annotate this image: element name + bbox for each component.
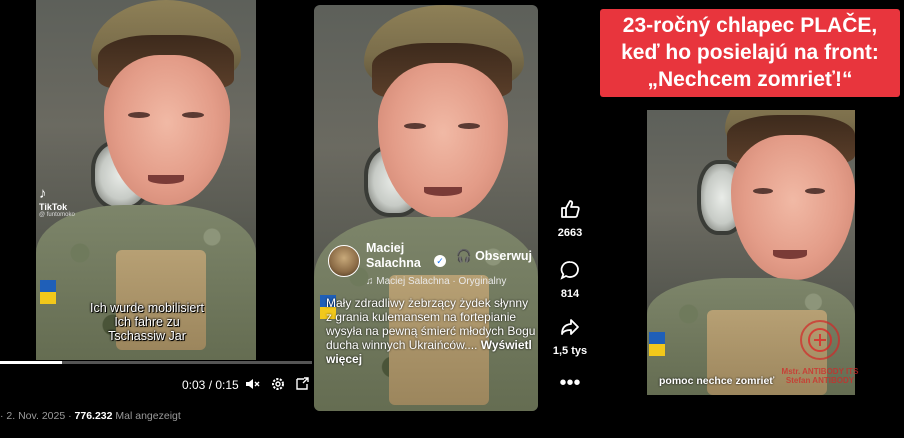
post-date: · 2. Nov. 2025 ·	[0, 410, 72, 422]
share-button[interactable]: 1,5 tys	[548, 316, 592, 357]
comment-button[interactable]: 814	[548, 259, 592, 300]
caption-line-2: Ich fahre zu	[114, 315, 180, 329]
picture-in-picture-icon[interactable]	[294, 376, 310, 392]
follow-button[interactable]: 🎧 Obserwuj	[456, 249, 532, 264]
caption-line-3: Tschassiw Jar	[108, 329, 186, 343]
caption-line-1: Ich wurde mobilisiert	[90, 301, 204, 315]
tiktok-watermark: ♪ TikTok @ funtomoko	[39, 185, 93, 219]
author-name-line-1: Maciej	[366, 241, 405, 255]
audio-attribution[interactable]: ♫ Maciej Salachna · Oryginalny	[366, 276, 506, 287]
headline-banner: 23-ročný chlapec PLAČE, keď ho posielajú…	[600, 9, 900, 97]
mute-icon[interactable]	[244, 376, 260, 392]
headline-line-2: keď ho posielajú na front:	[621, 41, 879, 64]
avatar[interactable]	[328, 245, 360, 277]
reel-description: Mały zdradliwy żebrzący żydek słynny z g…	[326, 296, 536, 366]
post-view-count: 776.232	[74, 410, 113, 422]
thumbs-up-icon	[548, 198, 592, 225]
video-time: 0:03 / 0:15	[182, 378, 239, 392]
share-count: 1,5 tys	[552, 345, 588, 357]
tiktok-video-panel[interactable]: ♪ TikTok @ funtomoko Ich wurde mobilisie…	[0, 0, 312, 422]
share-arrow-icon	[548, 316, 592, 343]
gear-icon[interactable]	[270, 376, 286, 392]
author-name[interactable]: Maciej Salachna	[366, 241, 446, 271]
tiktok-name: TikTok	[39, 201, 68, 212]
comment-count: 814	[560, 288, 580, 300]
headline-line-1: 23-ročný chlapec PLAČE,	[622, 14, 878, 37]
facebook-reel-panel[interactable]: Maciej Salachna ✓ 🎧 Obserwuj ♫ Maciej Sa…	[314, 5, 538, 411]
more-options-button[interactable]: •••	[548, 372, 592, 394]
music-note-icon: ♫	[366, 276, 374, 287]
watermark-seal	[800, 320, 840, 360]
tiktok-handle: @ funtomoko	[39, 212, 75, 219]
tiktok-logo-icon: ♪	[39, 185, 47, 202]
watermark-label: Mstr. ANTIBODY ITS Stefan ANTIBODY	[781, 367, 859, 385]
headline-line-3: „Nechcem zomrieť!“	[647, 68, 853, 91]
video-caption: Ich wurde mobilisiert Ich fahre zu Tscha…	[72, 301, 222, 343]
watermark-text: Mstr. ANTIBODY ITS Stefan ANTIBODY	[780, 367, 860, 385]
headphones-icon: 🎧	[456, 249, 472, 263]
video-progress-bar[interactable]	[0, 361, 312, 364]
audio-line: Maciej Salachna · Oryginalny	[376, 276, 507, 287]
like-button[interactable]: 2663	[548, 198, 592, 239]
reel-author-header: Maciej Salachna ✓ 🎧 Obserwuj ♫ Maciej Sa…	[324, 241, 538, 291]
follow-label: Obserwuj	[475, 249, 533, 263]
like-count: 2663	[557, 227, 583, 239]
clip-caption: pomoc nechce zomrieť	[659, 375, 775, 387]
verified-badge-icon: ✓	[434, 255, 446, 267]
post-view-label: Mal angezeigt	[115, 410, 181, 422]
more-dots-icon: •••	[559, 372, 581, 394]
comment-bubble-icon	[548, 259, 592, 286]
video-progress-fill	[0, 361, 63, 364]
post-meta: · 2. Nov. 2025 · 776.232 Mal angezeigt	[0, 410, 312, 422]
